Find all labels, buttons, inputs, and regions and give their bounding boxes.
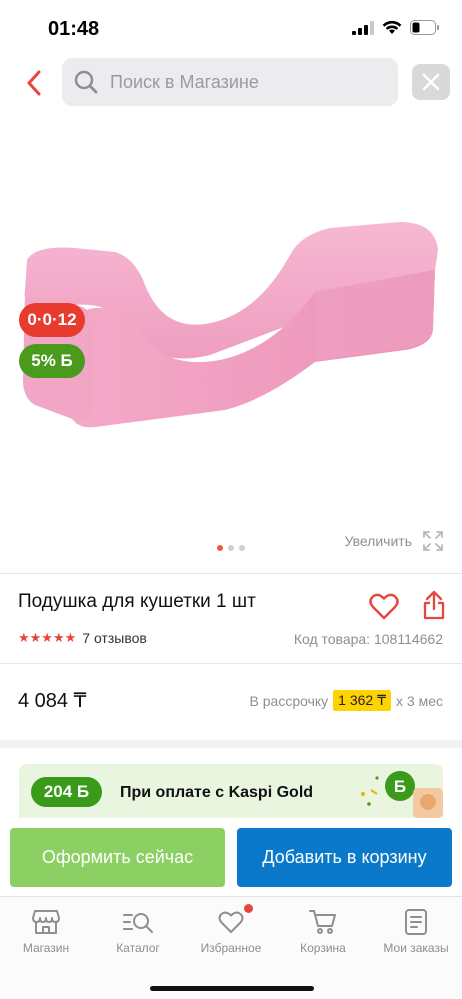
share-icon	[423, 590, 445, 620]
installment-prefix: В рассрочку	[249, 692, 329, 709]
orders-icon-wrap	[404, 907, 428, 937]
catalog-search-icon	[123, 913, 153, 933]
kaspi-gold-promo[interactable]: 204 Б При оплате с Kaspi Gold Б	[19, 764, 443, 818]
status-time: 01:48	[48, 18, 100, 40]
tab-label: Избранное	[200, 941, 262, 955]
orders-icon	[405, 909, 427, 935]
rating-row[interactable]: ★★★★★ 7 отзывов	[18, 630, 147, 646]
tab-cart[interactable]: Корзина	[277, 897, 369, 967]
product-price: 4 084 ₸	[18, 690, 87, 712]
status-bar: 01:48	[0, 0, 462, 58]
favorites-icon-wrap	[218, 904, 253, 937]
installment-info[interactable]: В рассрочку 1 362 ₸ х 3 мес	[250, 690, 443, 711]
heart-icon	[218, 911, 244, 933]
search-icon	[74, 70, 98, 94]
divider	[0, 573, 462, 574]
battery-icon	[410, 20, 439, 35]
search-header: Поиск в Магазине	[0, 58, 462, 108]
section-separator	[0, 740, 462, 748]
bottom-tab-bar: Магазин Каталог Избранное Корзина Мои за…	[0, 896, 462, 999]
store-icon-wrap	[32, 907, 60, 937]
cellular-signal-icon	[352, 20, 374, 35]
add-to-cart-button[interactable]: Добавить в корзину	[237, 828, 452, 887]
tab-store[interactable]: Магазин	[0, 897, 92, 967]
pagination-dot[interactable]	[217, 545, 223, 551]
status-icons	[352, 20, 440, 35]
zoom-label: Увеличить	[344, 533, 412, 549]
tab-label: Каталог	[116, 941, 160, 955]
favorite-button[interactable]	[368, 590, 400, 622]
bonus-percent-badge: 5% Б	[19, 344, 85, 378]
purchase-actions: Оформить сейчас Добавить в корзину	[0, 826, 462, 890]
heart-icon	[369, 593, 399, 619]
tab-catalog[interactable]: Каталог	[92, 897, 184, 967]
pagination-dot[interactable]	[239, 545, 245, 551]
catalog-icon-wrap	[122, 907, 154, 937]
rating-stars: ★★★★★	[18, 630, 77, 645]
chevron-left-icon	[27, 70, 41, 96]
product-code: Код товара: 108114662	[293, 631, 443, 647]
product-title: Подушка для кушетки 1 шт	[18, 591, 256, 612]
clear-search-button[interactable]	[412, 64, 450, 100]
back-button[interactable]	[20, 66, 48, 100]
search-placeholder: Поиск в Магазине	[110, 71, 259, 92]
bonus-amount-badge: 204 Б	[31, 777, 102, 807]
installment-suffix: х 3 мес	[396, 692, 443, 709]
cart-icon	[309, 910, 336, 934]
home-indicator[interactable]	[150, 986, 314, 991]
share-button[interactable]	[421, 588, 447, 622]
timer-badge: 0·0·12	[19, 303, 85, 337]
reviews-link[interactable]: 7 отзывов	[82, 630, 147, 646]
cart-icon-wrap	[309, 907, 337, 937]
tab-label: Мои заказы	[383, 941, 449, 955]
tab-favorites[interactable]: Избранное	[185, 897, 277, 967]
checkout-now-button[interactable]: Оформить сейчас	[10, 828, 225, 887]
store-icon	[32, 910, 60, 934]
promo-text: При оплате с Kaspi Gold	[120, 784, 314, 801]
product-gallery[interactable]: 0·0·12 5% Б Увеличить	[0, 115, 462, 565]
svg-text:Б: Б	[394, 777, 406, 796]
divider	[0, 663, 462, 664]
tab-label: Корзина	[300, 941, 346, 955]
tab-orders[interactable]: Мои заказы	[370, 897, 462, 967]
expand-icon	[423, 531, 443, 551]
search-input[interactable]: Поиск в Магазине	[62, 58, 398, 106]
notification-dot	[244, 904, 253, 913]
bonus-coin-icon: Б	[361, 771, 443, 818]
tab-label: Магазин	[22, 941, 70, 955]
pagination-dot[interactable]	[228, 545, 234, 551]
close-icon	[422, 73, 440, 91]
wifi-icon	[382, 20, 402, 34]
zoom-button[interactable]: Увеличить	[344, 530, 444, 552]
installment-amount: 1 362 ₸	[333, 690, 392, 711]
